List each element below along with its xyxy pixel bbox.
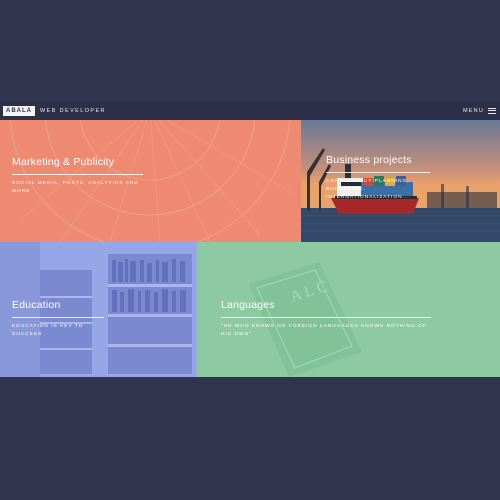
tile-title: Languages (221, 299, 275, 311)
logo[interactable]: ABALA (3, 105, 35, 116)
education-caption: Education EDUCATION IS KEY TO SUCCESS (12, 299, 104, 339)
marketing-caption: Marketing & Publicity SOCIAL MEDIA, POST… (12, 156, 143, 196)
site-subtitle: WEB DEVELOPER (40, 107, 106, 114)
title-divider (326, 172, 430, 173)
tile-subtitle: "HE WHO KNOWS NO FOREIGN LANGUAGES KNOWS… (221, 324, 427, 337)
tile-title: Education (12, 299, 61, 311)
tile-title: Business projects (326, 154, 412, 166)
tile-education[interactable]: Education EDUCATION IS KEY TO SUCCESS (0, 242, 197, 377)
tile-title: Marketing & Publicity (12, 156, 115, 168)
site-container: ABALA WEB DEVELOPER MENU Marketing & Pub… (0, 101, 500, 377)
tile-languages[interactable]: A L C Languages "HE WHO KNOWS NO FOREIGN… (197, 242, 500, 377)
tile-subtitle: EDUCATION IS KEY TO SUCCESS (12, 324, 84, 337)
languages-caption: Languages "HE WHO KNOWS NO FOREIGN LANGU… (221, 299, 431, 339)
menu-label: MENU (463, 107, 484, 114)
tile-marketing[interactable]: Marketing & Publicity SOCIAL MEDIA, POST… (0, 120, 301, 242)
top-navbar: ABALA WEB DEVELOPER MENU (0, 101, 500, 120)
title-divider (221, 317, 431, 318)
title-divider (12, 317, 104, 318)
hamburger-icon (488, 107, 496, 114)
tile-subtitle: CONTINGENCY PLANNING, BUDGETING, INTERNA… (326, 179, 410, 200)
tile-business[interactable]: Business projects CONTINGENCY PLANNING, … (301, 120, 500, 242)
title-divider (12, 174, 143, 175)
business-caption: Business projects CONTINGENCY PLANNING, … (326, 154, 430, 202)
menu-button[interactable]: MENU (463, 101, 496, 120)
tile-subtitle: SOCIAL MEDIA, POSTS, ANALYTICS AND MORE (12, 181, 139, 194)
